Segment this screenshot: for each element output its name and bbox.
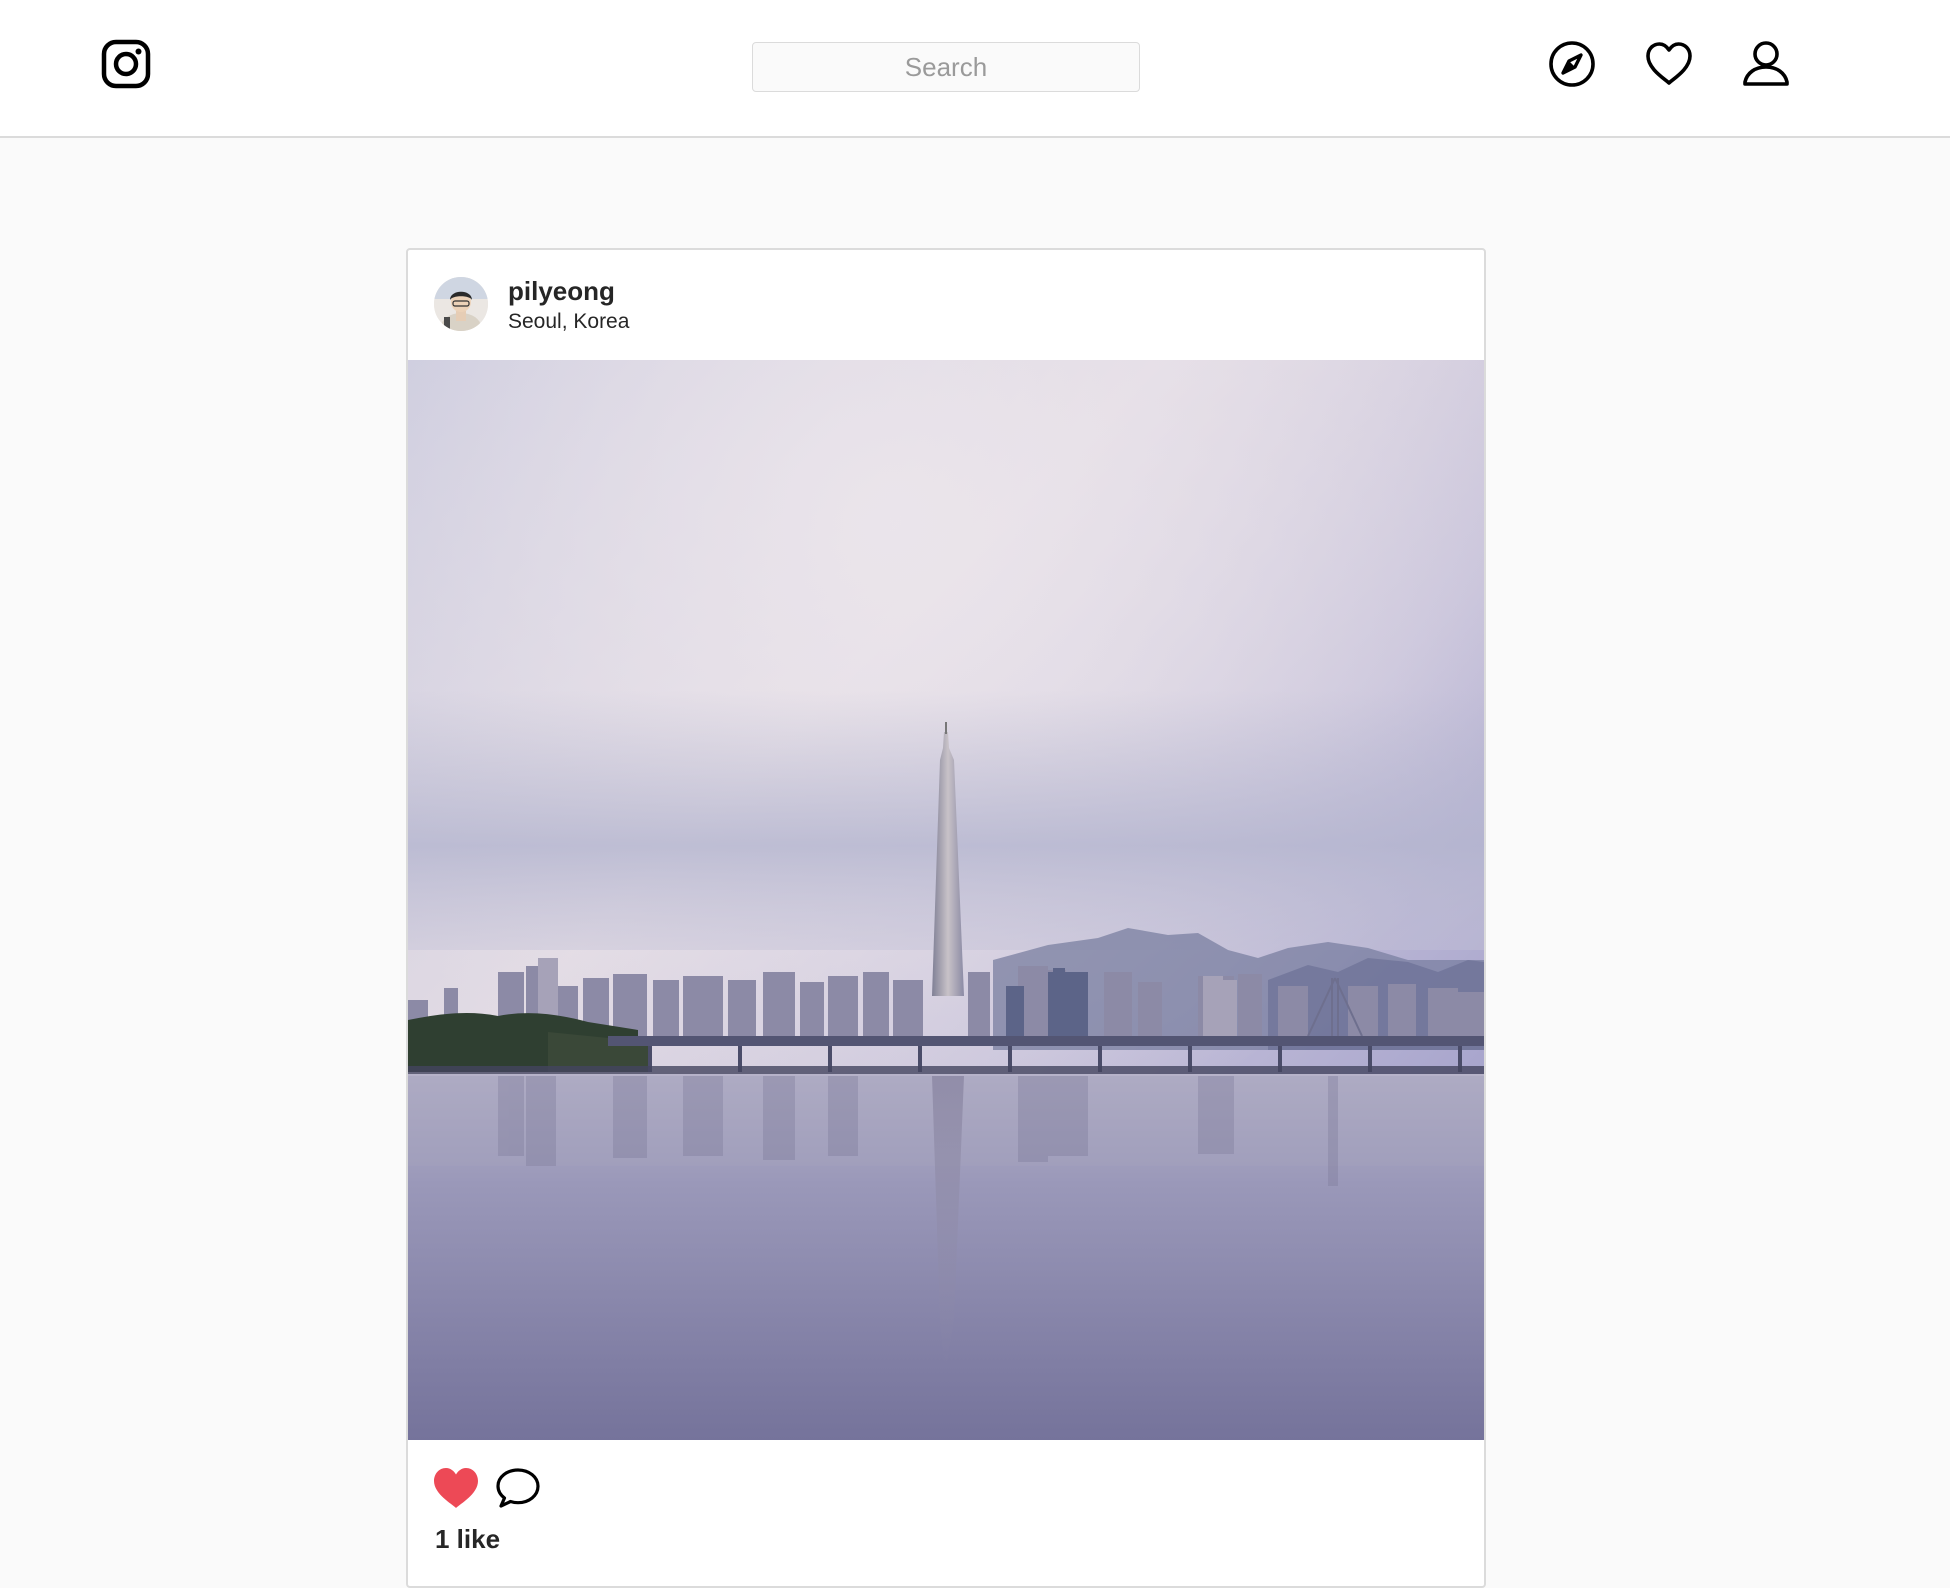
post-card: pilyeong Seoul, Korea 1 like [406,248,1486,1588]
heart-outline-icon[interactable] [1643,38,1695,90]
comment-icon[interactable] [495,1466,541,1510]
search-input[interactable] [752,42,1140,92]
top-navigation [0,0,1950,138]
avatar[interactable] [434,277,488,331]
post-header: pilyeong Seoul, Korea [408,250,1484,360]
likes-count[interactable]: 1 like [435,1524,500,1555]
compass-icon[interactable] [1546,38,1598,90]
heart-filled-icon[interactable] [432,1466,480,1510]
user-icon[interactable] [1740,38,1792,90]
post-location[interactable]: Seoul, Korea [508,310,629,334]
post-photo[interactable] [408,360,1484,1440]
instagram-logo-icon[interactable] [101,39,151,89]
post-username[interactable]: pilyeong [508,276,615,307]
